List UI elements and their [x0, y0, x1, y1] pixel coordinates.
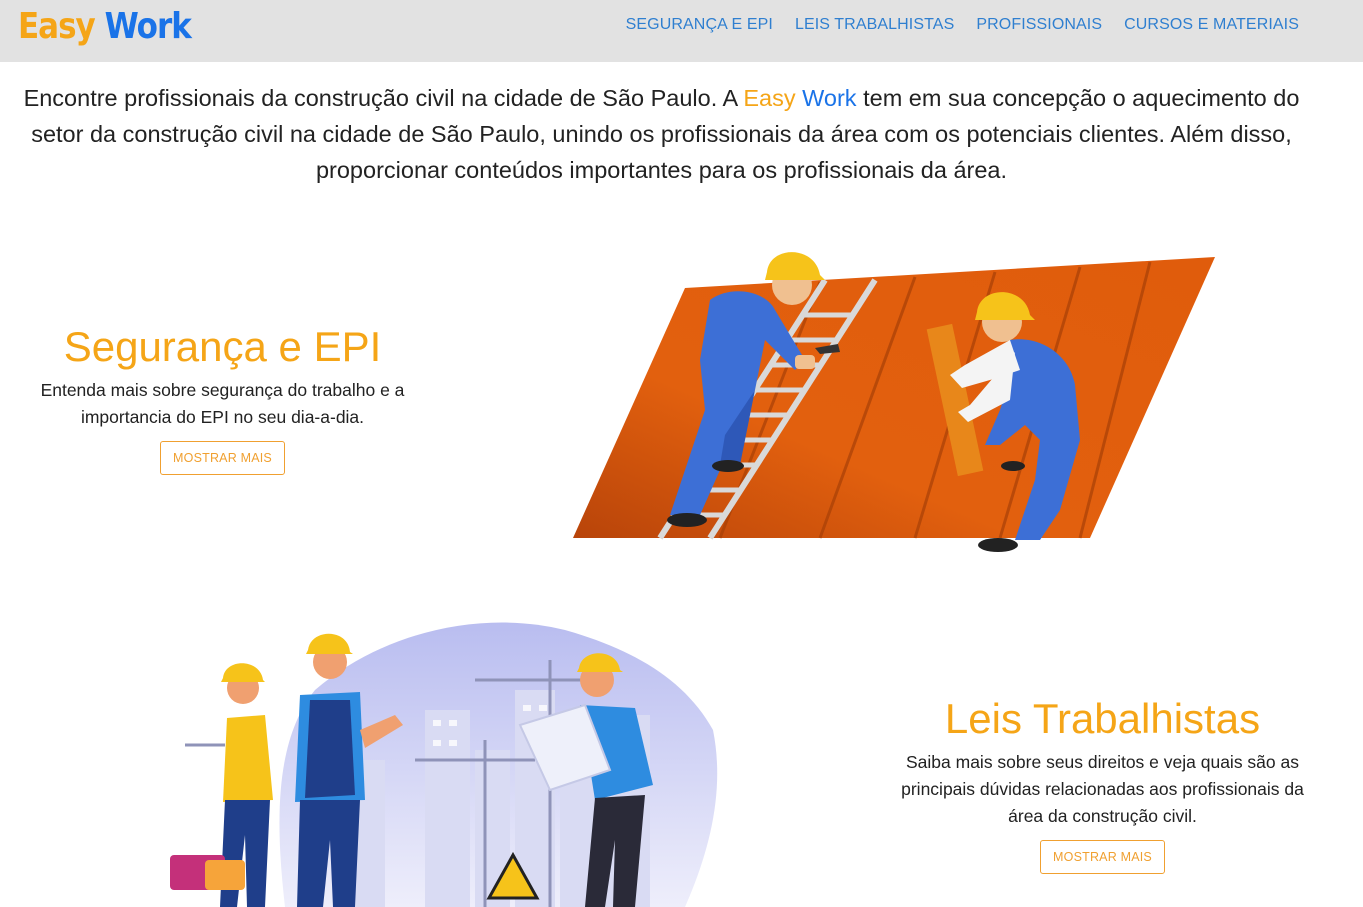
- intro-text: Encontre profissionais da construção civ…: [20, 80, 1303, 188]
- construction-team-illustration: [170, 622, 718, 907]
- section-seguranca-epi: Segurança e EPI Entenda mais sobre segur…: [30, 323, 415, 475]
- intro-work: Work: [802, 85, 857, 111]
- section-title: Segurança e EPI: [63, 323, 382, 370]
- mostrar-mais-button[interactable]: MOSTRAR MAIS: [1040, 840, 1165, 874]
- intro-easy: Easy: [743, 85, 796, 111]
- nav-link-seguranca[interactable]: SEGURANÇA E EPI: [626, 16, 773, 34]
- intro-part1: Encontre profissionais da construção civ…: [23, 85, 744, 111]
- section-title: Leis Trabalhistas: [944, 695, 1261, 742]
- nav-link-profissionais[interactable]: PROFISSIONAIS: [976, 16, 1102, 34]
- worker-yellow-shirt: [170, 663, 273, 907]
- brand-work: Work: [104, 6, 192, 48]
- section-description: Entenda mais sobre segurança do trabalho…: [40, 380, 405, 427]
- mostrar-mais-button[interactable]: MOSTRAR MAIS: [160, 441, 285, 475]
- nav-link-leis[interactable]: LEIS TRABALHISTAS: [795, 16, 954, 34]
- roofers-illustration: [573, 252, 1215, 552]
- brand-easy: Easy: [18, 6, 96, 48]
- navbar: Easy Work SEGURANÇA E EPI LEIS TRABALHIS…: [0, 0, 1363, 62]
- nav-link-cursos[interactable]: CURSOS E MATERIAIS: [1124, 16, 1299, 34]
- nav-links: SEGURANÇA E EPI LEIS TRABALHISTAS PROFIS…: [626, 16, 1299, 34]
- roof-panel: [573, 257, 1215, 538]
- brand-logo[interactable]: Easy Work: [18, 6, 192, 48]
- section-description: Saiba mais sobre seus direitos e veja qu…: [901, 752, 1304, 826]
- section-leis-trabalhistas: Leis Trabalhistas Saiba mais sobre seus …: [895, 695, 1310, 874]
